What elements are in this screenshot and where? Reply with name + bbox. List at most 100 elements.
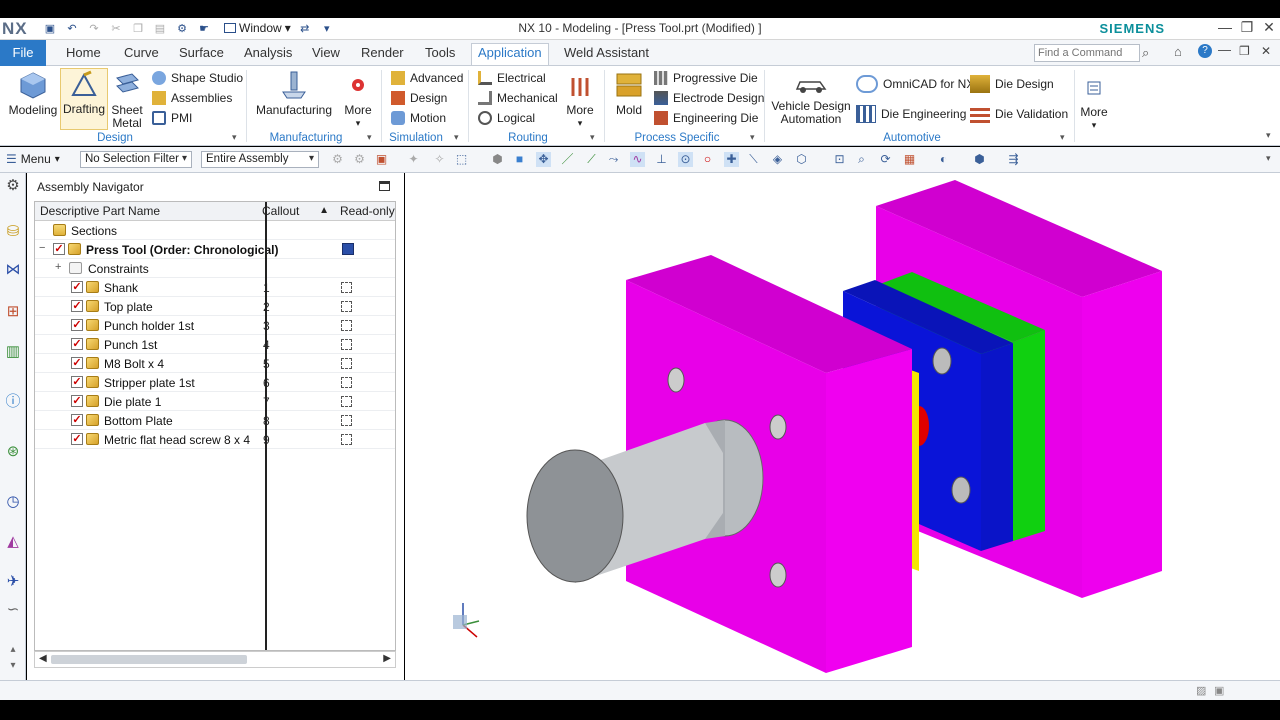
help-icon[interactable]: ? bbox=[1198, 44, 1212, 58]
arc-snap-icon[interactable]: ⤳ bbox=[606, 152, 621, 167]
hd3d-tools-icon[interactable]: ⓘ bbox=[4, 393, 22, 411]
assembly-select-icon[interactable]: ⚙ bbox=[352, 152, 367, 167]
process-specific-dropdown-icon[interactable]: ▾ bbox=[750, 132, 755, 143]
horizontal-scrollbar[interactable]: ◀ ▶ bbox=[34, 651, 396, 668]
close-icon[interactable]: ✕ bbox=[1258, 19, 1280, 36]
table-row[interactable]: ✓Stripper plate 1st6 bbox=[35, 373, 395, 392]
orient-view-icon[interactable]: ▦ bbox=[902, 152, 917, 167]
roles-icon[interactable]: ✈ bbox=[4, 573, 22, 591]
tab-curve[interactable]: Curve bbox=[118, 44, 165, 66]
scroll-left-icon[interactable]: ◀ bbox=[39, 653, 47, 664]
tree-row-sections[interactable]: Sections bbox=[35, 221, 395, 240]
window-menu[interactable]: Window ▾ bbox=[224, 21, 291, 35]
type-filter-icon[interactable]: ▣ bbox=[374, 152, 389, 167]
web-browser-icon[interactable]: ⊛ bbox=[4, 443, 22, 461]
edge-snap-icon[interactable]: ⟋ bbox=[584, 152, 599, 167]
visibility-checkbox[interactable]: ✓ bbox=[71, 414, 83, 426]
readonly-checkbox[interactable] bbox=[341, 339, 352, 350]
status-icon-1[interactable]: ▨ bbox=[1196, 684, 1206, 697]
perpendicular-snap-icon[interactable]: ⊥ bbox=[654, 152, 669, 167]
table-row[interactable]: ✓Shank1 bbox=[35, 278, 395, 297]
tangent-snap-icon[interactable]: ∿ bbox=[630, 152, 645, 167]
maximize-navigator-icon[interactable] bbox=[379, 181, 390, 191]
edit-section-icon[interactable]: ⬢ bbox=[972, 152, 987, 167]
settings-icon[interactable]: ⚙ bbox=[4, 177, 22, 195]
readonly-checkbox[interactable] bbox=[341, 434, 352, 445]
doc-restore-icon[interactable]: ❐ bbox=[1239, 44, 1250, 58]
die-engineering-button[interactable]: Die Engineering bbox=[856, 104, 966, 124]
table-row[interactable]: ✓Top plate2 bbox=[35, 297, 395, 316]
scroll-right-icon[interactable]: ▶ bbox=[383, 653, 391, 664]
tab-weld-assistant[interactable]: Weld Assistant bbox=[558, 44, 655, 66]
rect-select-icon[interactable]: ⬚ bbox=[454, 152, 469, 167]
hand-icon[interactable]: ☛ bbox=[196, 21, 212, 35]
readonly-checkbox[interactable] bbox=[341, 415, 352, 426]
collapse-icon[interactable]: − bbox=[39, 242, 45, 254]
process-studio-icon[interactable]: ◭ bbox=[4, 533, 22, 551]
engineering-die-button[interactable]: Engineering Die bbox=[654, 108, 758, 128]
table-row[interactable]: ✓Die plate 17 bbox=[35, 392, 395, 411]
copy-icon[interactable]: ❐ bbox=[130, 21, 146, 35]
redo-icon[interactable]: ↷ bbox=[86, 21, 102, 35]
advanced-simulation-button[interactable]: Advanced bbox=[391, 68, 463, 88]
visibility-checkbox[interactable]: ✓ bbox=[71, 300, 83, 312]
cross-snap-icon[interactable]: ✚ bbox=[724, 152, 739, 167]
ribbon-options-icon[interactable]: ▾ bbox=[1266, 130, 1271, 141]
visibility-checkbox[interactable]: ✓ bbox=[71, 357, 83, 369]
part-navigator-icon[interactable]: ⊞ bbox=[4, 303, 22, 321]
visibility-checkbox[interactable]: ✓ bbox=[71, 376, 83, 388]
scroll-down-icon[interactable]: ▾ bbox=[4, 657, 22, 675]
table-row[interactable]: ✓M8 Bolt x 45 bbox=[35, 354, 395, 373]
logical-button[interactable]: Logical bbox=[478, 108, 535, 128]
more-routing-button[interactable]: More ▾ bbox=[562, 70, 598, 130]
zoom-icon[interactable]: ⌕ bbox=[854, 152, 869, 167]
tree-row-root[interactable]: − ✓ Press Tool (Order: Chronological) bbox=[35, 240, 395, 259]
doc-close-icon[interactable]: ✕ bbox=[1261, 44, 1271, 58]
selection-filter-dropdown[interactable]: No Selection Filter bbox=[80, 151, 192, 168]
tree-row-constraints[interactable]: + Constraints bbox=[35, 259, 395, 278]
readonly-checkbox[interactable] bbox=[341, 282, 352, 293]
shape-studio-button[interactable]: Shape Studio bbox=[152, 68, 243, 88]
history-icon[interactable]: ◷ bbox=[4, 493, 22, 511]
paste-icon[interactable]: ▤ bbox=[152, 21, 168, 35]
readonly-checkbox[interactable] bbox=[341, 320, 352, 331]
constraint-icon[interactable]: ✧ bbox=[432, 152, 447, 167]
tab-render[interactable]: Render bbox=[355, 44, 410, 66]
fit-icon[interactable]: ⊡ bbox=[832, 152, 847, 167]
column-header-callout[interactable]: Callout ▲ bbox=[257, 202, 335, 221]
switch-window-icon[interactable]: ⇄ bbox=[297, 21, 313, 35]
menu-button[interactable]: ☰ Menu ▾ bbox=[6, 152, 60, 166]
die-design-button[interactable]: Die Design bbox=[970, 74, 1054, 94]
omnicad-button[interactable]: OmniCAD for NX bbox=[856, 74, 974, 94]
tab-surface[interactable]: Surface bbox=[173, 44, 230, 66]
doc-minimize-icon[interactable]: — bbox=[1218, 42, 1231, 57]
press-tool-model[interactable] bbox=[405, 173, 1280, 680]
modeling-button[interactable]: Modeling bbox=[6, 70, 60, 117]
toolbar-options-icon[interactable]: ▾ bbox=[1266, 153, 1271, 164]
line-snap-icon[interactable]: ⟍ bbox=[746, 152, 761, 167]
visibility-checkbox[interactable]: ✓ bbox=[71, 433, 83, 445]
readonly-checkbox[interactable] bbox=[341, 377, 352, 388]
customize-qat-icon[interactable]: ▾ bbox=[319, 21, 335, 35]
manufacturing-button[interactable]: Manufacturing bbox=[256, 70, 332, 117]
render-style-icon[interactable]: ◐ bbox=[936, 152, 951, 167]
snap-icon[interactable]: ✦ bbox=[406, 152, 421, 167]
manufacturing-group-dropdown-icon[interactable]: ▾ bbox=[367, 132, 372, 143]
find-command-input[interactable] bbox=[1034, 44, 1140, 62]
tab-home[interactable]: Home bbox=[60, 44, 107, 66]
motion-button[interactable]: Motion bbox=[391, 108, 446, 128]
curve-snap-icon[interactable]: ／ bbox=[560, 152, 575, 167]
visibility-checkbox[interactable]: ✓ bbox=[71, 338, 83, 350]
table-row[interactable]: ✓Punch 1st4 bbox=[35, 335, 395, 354]
design-group-dropdown-icon[interactable]: ▾ bbox=[232, 132, 237, 143]
automotive-dropdown-icon[interactable]: ▾ bbox=[1060, 132, 1065, 143]
more-manufacturing-button[interactable]: More ▾ bbox=[340, 70, 376, 130]
mechanical-button[interactable]: Mechanical bbox=[478, 88, 558, 108]
drafting-button[interactable]: Drafting bbox=[60, 68, 108, 130]
visibility-checkbox[interactable]: ✓ bbox=[71, 395, 83, 407]
assembly-scope-dropdown[interactable]: Entire Assembly bbox=[201, 151, 319, 168]
expand-icon[interactable]: + bbox=[55, 261, 61, 273]
column-header-name[interactable]: Descriptive Part Name bbox=[35, 202, 257, 221]
assembly-navigator-icon[interactable]: ⛁ bbox=[4, 223, 22, 241]
rotate-icon[interactable]: ⟳ bbox=[878, 152, 893, 167]
